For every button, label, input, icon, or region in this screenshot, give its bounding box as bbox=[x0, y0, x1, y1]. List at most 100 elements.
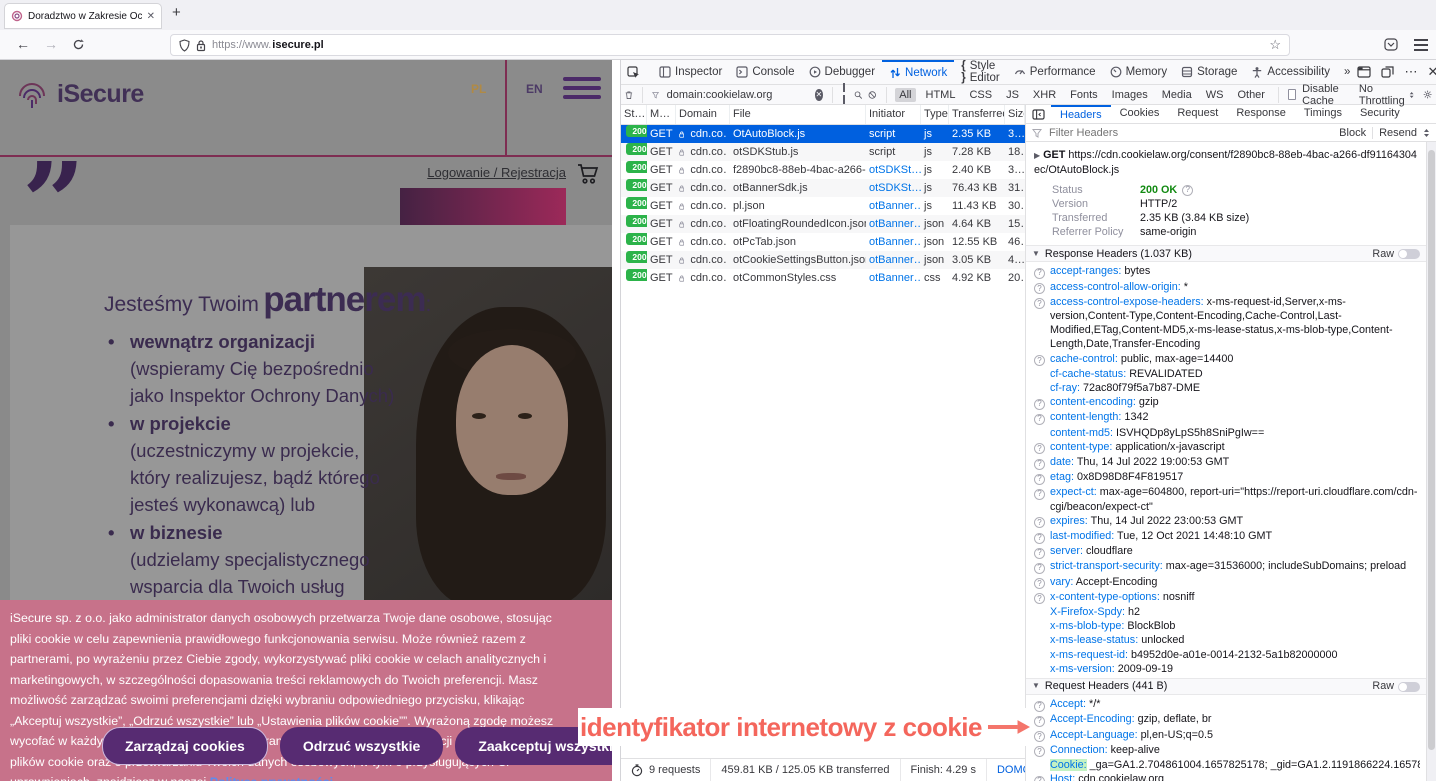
filter-urls-input[interactable] bbox=[665, 88, 809, 102]
header-help-icon[interactable]: ? bbox=[1034, 701, 1045, 712]
block-icon[interactable] bbox=[868, 89, 877, 101]
tab-storage[interactable]: Storage bbox=[1174, 60, 1244, 85]
type-filter-js[interactable]: JS bbox=[1002, 88, 1023, 102]
lang-switch-en[interactable]: EN bbox=[526, 82, 543, 96]
header-help-icon[interactable]: ? bbox=[1034, 268, 1045, 279]
pick-element-icon[interactable] bbox=[621, 66, 646, 79]
header-help-icon[interactable]: ? bbox=[1034, 399, 1045, 410]
browser-tab[interactable]: Doradztwo w Zakresie Ochrony Dany ✕ bbox=[4, 3, 162, 29]
header-help-icon[interactable]: ? bbox=[1034, 746, 1045, 757]
header-help-icon[interactable]: ? bbox=[1034, 578, 1045, 589]
devtools-close-icon[interactable]: ✕ bbox=[1427, 64, 1436, 80]
tab-security[interactable]: Security bbox=[1351, 105, 1409, 124]
tab-request[interactable]: Request bbox=[1168, 105, 1227, 124]
cart-icon[interactable] bbox=[576, 163, 600, 185]
pause-traffic-icon[interactable] bbox=[842, 83, 848, 107]
tab-network[interactable]: Network bbox=[882, 60, 954, 85]
header-help-icon[interactable]: ? bbox=[1034, 298, 1045, 309]
tab-response[interactable]: Response bbox=[1227, 105, 1295, 124]
clear-filter-icon[interactable]: ✕ bbox=[815, 89, 824, 101]
lang-switch-pl[interactable]: PL bbox=[471, 82, 486, 96]
network-settings-gear-icon[interactable] bbox=[1423, 88, 1432, 101]
request-list-columns[interactable]: St…M… DomainFile InitiatorType Transferr… bbox=[621, 105, 1025, 125]
type-filter-css[interactable]: CSS bbox=[965, 88, 996, 102]
request-headers-section[interactable]: ▼ Request Headers (441 B) Raw bbox=[1026, 678, 1426, 695]
request-url-line[interactable]: ▶ GET https://cdn.cookielaw.org/consent/… bbox=[1026, 142, 1426, 181]
bookmark-star-icon[interactable]: ☆ bbox=[1269, 37, 1281, 53]
type-filter-html[interactable]: HTML bbox=[922, 88, 960, 102]
tab-style-editor[interactable]: { }Style Editor bbox=[954, 60, 1007, 85]
search-icon[interactable] bbox=[854, 89, 863, 101]
tab-accessibility[interactable]: Accessibility bbox=[1244, 60, 1337, 85]
network-request-row[interactable]: 200GETcdn.co…f2890bc8-88eb-4bac-a266-df9… bbox=[621, 161, 1025, 179]
header-help-icon[interactable]: ? bbox=[1034, 533, 1045, 544]
type-filter-fonts[interactable]: Fonts bbox=[1066, 88, 1102, 102]
type-filter-all[interactable]: All bbox=[895, 88, 915, 102]
tab-close-icon[interactable]: ✕ bbox=[147, 11, 155, 22]
tab-cookies[interactable]: Cookies bbox=[1111, 105, 1169, 124]
type-filter-other[interactable]: Other bbox=[1233, 88, 1269, 102]
header-help-icon[interactable]: ? bbox=[1034, 548, 1045, 559]
lock-icon[interactable] bbox=[196, 39, 206, 52]
header-help-icon[interactable]: ? bbox=[1034, 283, 1045, 294]
new-tab-button[interactable]: + bbox=[172, 4, 181, 21]
back-button[interactable]: ← bbox=[16, 36, 30, 52]
header-help-icon[interactable]: ? bbox=[1034, 776, 1045, 781]
site-logo[interactable]: iSecure bbox=[14, 76, 144, 112]
tab-timings[interactable]: Timings bbox=[1295, 105, 1351, 124]
type-filter-xhr[interactable]: XHR bbox=[1029, 88, 1060, 102]
header-help-icon[interactable]: ? bbox=[1034, 593, 1045, 604]
network-request-row[interactable]: 200GETcdn.co…otSDKStub.jsscriptjs7.28 KB… bbox=[621, 143, 1025, 161]
manage-cookies-button[interactable]: Zarządzaj cookies bbox=[102, 727, 268, 765]
separate-window-icon[interactable] bbox=[1381, 66, 1394, 78]
tab-inspector[interactable]: Inspector bbox=[652, 60, 729, 85]
block-button[interactable]: Block bbox=[1339, 127, 1366, 139]
type-filter-images[interactable]: Images bbox=[1108, 88, 1152, 102]
status-help-icon[interactable]: ? bbox=[1182, 185, 1193, 196]
response-headers-section[interactable]: ▼ Response Headers (1.037 KB) Raw bbox=[1026, 245, 1426, 262]
header-help-icon[interactable]: ? bbox=[1034, 355, 1045, 366]
network-request-row[interactable]: 200GETcdn.co…otBannerSdk.jsotSDKSt…js76.… bbox=[621, 179, 1025, 197]
tab-performance[interactable]: Performance bbox=[1007, 60, 1103, 85]
header-help-icon[interactable]: ? bbox=[1034, 414, 1045, 425]
type-filter-ws[interactable]: WS bbox=[1202, 88, 1228, 102]
url-bar[interactable]: https://www.isecure.pl ☆ bbox=[170, 34, 1290, 56]
header-help-icon[interactable]: ? bbox=[1034, 443, 1045, 454]
resend-button[interactable]: Resend bbox=[1379, 127, 1417, 139]
browser-menu-icon[interactable] bbox=[1414, 39, 1428, 51]
disable-cache-label[interactable]: Disable Cache bbox=[1302, 83, 1353, 107]
trash-icon[interactable] bbox=[625, 89, 633, 101]
collapse-pane-icon[interactable] bbox=[1026, 109, 1051, 120]
header-help-icon[interactable]: ? bbox=[1034, 517, 1045, 528]
header-help-icon[interactable]: ? bbox=[1034, 474, 1045, 485]
type-filter-media[interactable]: Media bbox=[1158, 88, 1196, 102]
tab-memory[interactable]: Memory bbox=[1103, 60, 1175, 85]
reload-button[interactable] bbox=[72, 38, 85, 51]
raw-toggle[interactable] bbox=[1398, 682, 1420, 692]
filter-headers-input[interactable] bbox=[1047, 126, 1201, 140]
privacy-policy-link[interactable]: Polityce prywatności bbox=[210, 775, 333, 781]
network-request-row[interactable]: 200GETcdn.co…otCookieSettingsButton.json… bbox=[621, 251, 1025, 269]
meatball-menu-icon[interactable]: ⋯ bbox=[1404, 64, 1417, 80]
network-request-row[interactable]: 200GETcdn.co…OtAutoBlock.jsscriptjs2.35 … bbox=[621, 125, 1025, 143]
reject-all-button[interactable]: Odrzuć wszystkie bbox=[280, 727, 444, 765]
more-tabs-chevron[interactable]: » bbox=[1337, 60, 1357, 85]
login-register-link[interactable]: Logowanie / Rejestracja bbox=[427, 165, 566, 180]
network-request-row[interactable]: 200GETcdn.co…pl.jsonotBanner…js11.43 KB3… bbox=[621, 197, 1025, 215]
site-menu-icon[interactable] bbox=[563, 77, 601, 104]
header-help-icon[interactable]: ? bbox=[1034, 716, 1045, 727]
tab-console[interactable]: Console bbox=[729, 60, 801, 85]
network-request-row[interactable]: 200GETcdn.co…otFloatingRoundedIcon.jsono… bbox=[621, 215, 1025, 233]
disable-cache-checkbox[interactable] bbox=[1288, 89, 1296, 100]
header-help-icon[interactable]: ? bbox=[1034, 563, 1045, 574]
tab-headers[interactable]: Headers bbox=[1051, 105, 1111, 124]
throttling-select[interactable]: No Throttling bbox=[1359, 83, 1415, 107]
dock-icon[interactable] bbox=[1357, 66, 1371, 78]
header-help-icon[interactable]: ? bbox=[1034, 731, 1045, 742]
network-request-row[interactable]: 200GETcdn.co…otPcTab.jsonotBanner…json12… bbox=[621, 233, 1025, 251]
header-help-icon[interactable]: ? bbox=[1034, 459, 1045, 470]
scrollbar[interactable] bbox=[1426, 142, 1436, 781]
raw-toggle[interactable] bbox=[1398, 249, 1420, 259]
tab-debugger[interactable]: Debugger bbox=[802, 60, 883, 85]
pocket-icon[interactable] bbox=[1384, 38, 1398, 51]
